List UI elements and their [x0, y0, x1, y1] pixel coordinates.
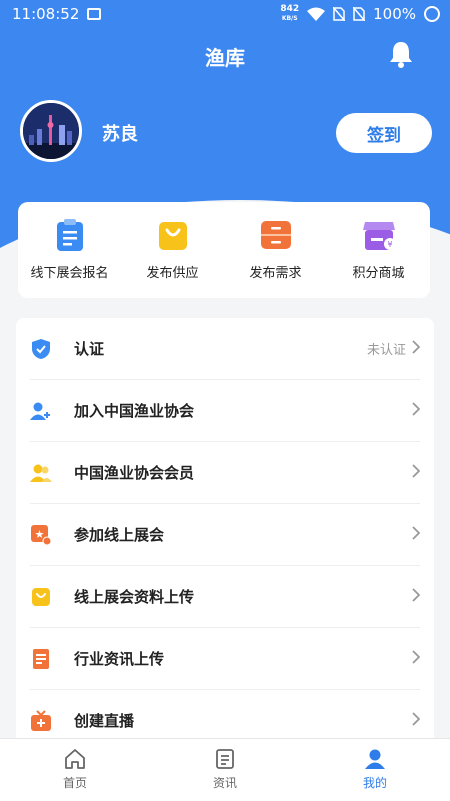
status-time: 11:08:52	[12, 5, 80, 23]
chevron-right-icon	[412, 401, 421, 420]
menu-item-label: 线上展会资料上传	[74, 588, 195, 606]
tab-home[interactable]: 首页	[0, 739, 150, 801]
chevron-right-icon	[412, 587, 421, 606]
avatar[interactable]	[20, 100, 82, 162]
quick-action-points-mall[interactable]: ¥ 积分商城	[327, 202, 430, 298]
chevron-right-icon	[412, 525, 421, 544]
users-icon	[30, 462, 52, 484]
quick-action-label: 发布需求	[249, 266, 302, 281]
no-sim-icon	[353, 7, 366, 21]
quick-action-offline-expo[interactable]: 线下展会报名	[18, 202, 121, 298]
chevron-right-icon	[412, 711, 421, 730]
menu-list: 认证 未认证 加入中国渔业协会 中国渔业协会会员 ★ 参加线上展会 线上展会资料…	[16, 318, 434, 748]
tab-mine[interactable]: 我的	[300, 739, 450, 801]
shield-check-icon	[30, 338, 52, 360]
chevron-right-icon	[412, 649, 421, 668]
menu-item-news-upload[interactable]: 行业资讯上传	[30, 628, 421, 690]
gallery-notification-icon	[87, 8, 102, 20]
chevron-right-icon	[412, 339, 421, 358]
menu-item-label: 参加线上展会	[74, 526, 165, 544]
tab-label: 我的	[362, 776, 387, 790]
quick-action-label: 发布供应	[146, 266, 199, 281]
quick-actions-card: 线下展会报名 发布供应 发布需求 ¥ 积分商城	[18, 202, 430, 298]
menu-item-expo-upload[interactable]: 线上展会资料上传	[30, 566, 421, 628]
network-speed: 842 KB/S	[280, 5, 299, 23]
tab-news[interactable]: 资讯	[150, 739, 300, 801]
tab-label: 首页	[62, 776, 87, 790]
menu-item-label: 加入中国渔业协会	[74, 402, 195, 420]
wifi-icon	[307, 7, 326, 21]
home-icon	[65, 749, 85, 769]
quick-action-publish-supply[interactable]: 发布供应	[121, 202, 224, 298]
menu-item-association-member[interactable]: 中国渔业协会会员	[30, 442, 421, 504]
no-sim-icon	[333, 7, 346, 21]
menu-item-label: 创建直播	[74, 712, 135, 730]
bottom-tab-bar: 首页 资讯 我的	[0, 738, 450, 801]
username: 苏良	[102, 124, 138, 145]
clipboard-icon	[56, 219, 83, 251]
tv-add-icon	[30, 709, 52, 732]
network-speed-unit: KB/S	[281, 15, 298, 22]
store-icon: ¥	[362, 222, 396, 250]
drawer-icon	[260, 221, 291, 249]
notification-bell-icon[interactable]	[388, 40, 414, 72]
chevron-right-icon	[412, 463, 421, 482]
tab-label: 资讯	[212, 776, 237, 790]
battery-level: 100%	[373, 5, 416, 23]
menu-item-label: 中国渔业协会会员	[74, 464, 195, 482]
user-add-icon	[30, 400, 52, 422]
page-title: 渔库	[205, 46, 245, 70]
menu-item-label: 行业资讯上传	[74, 650, 165, 668]
certification-status: 未认证	[366, 343, 406, 358]
menu-item-online-expo[interactable]: ★ 参加线上展会	[30, 504, 421, 566]
quick-action-publish-demand[interactable]: 发布需求	[224, 202, 327, 298]
quick-action-label: 积分商城	[352, 266, 405, 281]
menu-item-certification[interactable]: 认证 未认证	[30, 318, 421, 380]
battery-ring-icon	[424, 6, 440, 22]
status-bar: 11:08:52 842 KB/S 100%	[0, 0, 450, 28]
menu-item-label: 认证	[74, 340, 105, 358]
quick-action-label: 线下展会报名	[30, 266, 109, 281]
user-icon	[365, 749, 385, 769]
network-speed-value: 842	[280, 4, 300, 14]
svg-text:¥: ¥	[387, 240, 392, 249]
star-badge-icon: ★	[30, 524, 52, 546]
menu-item-join-association[interactable]: 加入中国渔业协会	[30, 380, 421, 442]
document-icon	[30, 648, 52, 670]
news-icon	[216, 749, 234, 769]
bag-icon	[30, 586, 52, 608]
shopping-bag-icon	[158, 222, 187, 250]
signin-button[interactable]: 签到	[336, 113, 432, 153]
